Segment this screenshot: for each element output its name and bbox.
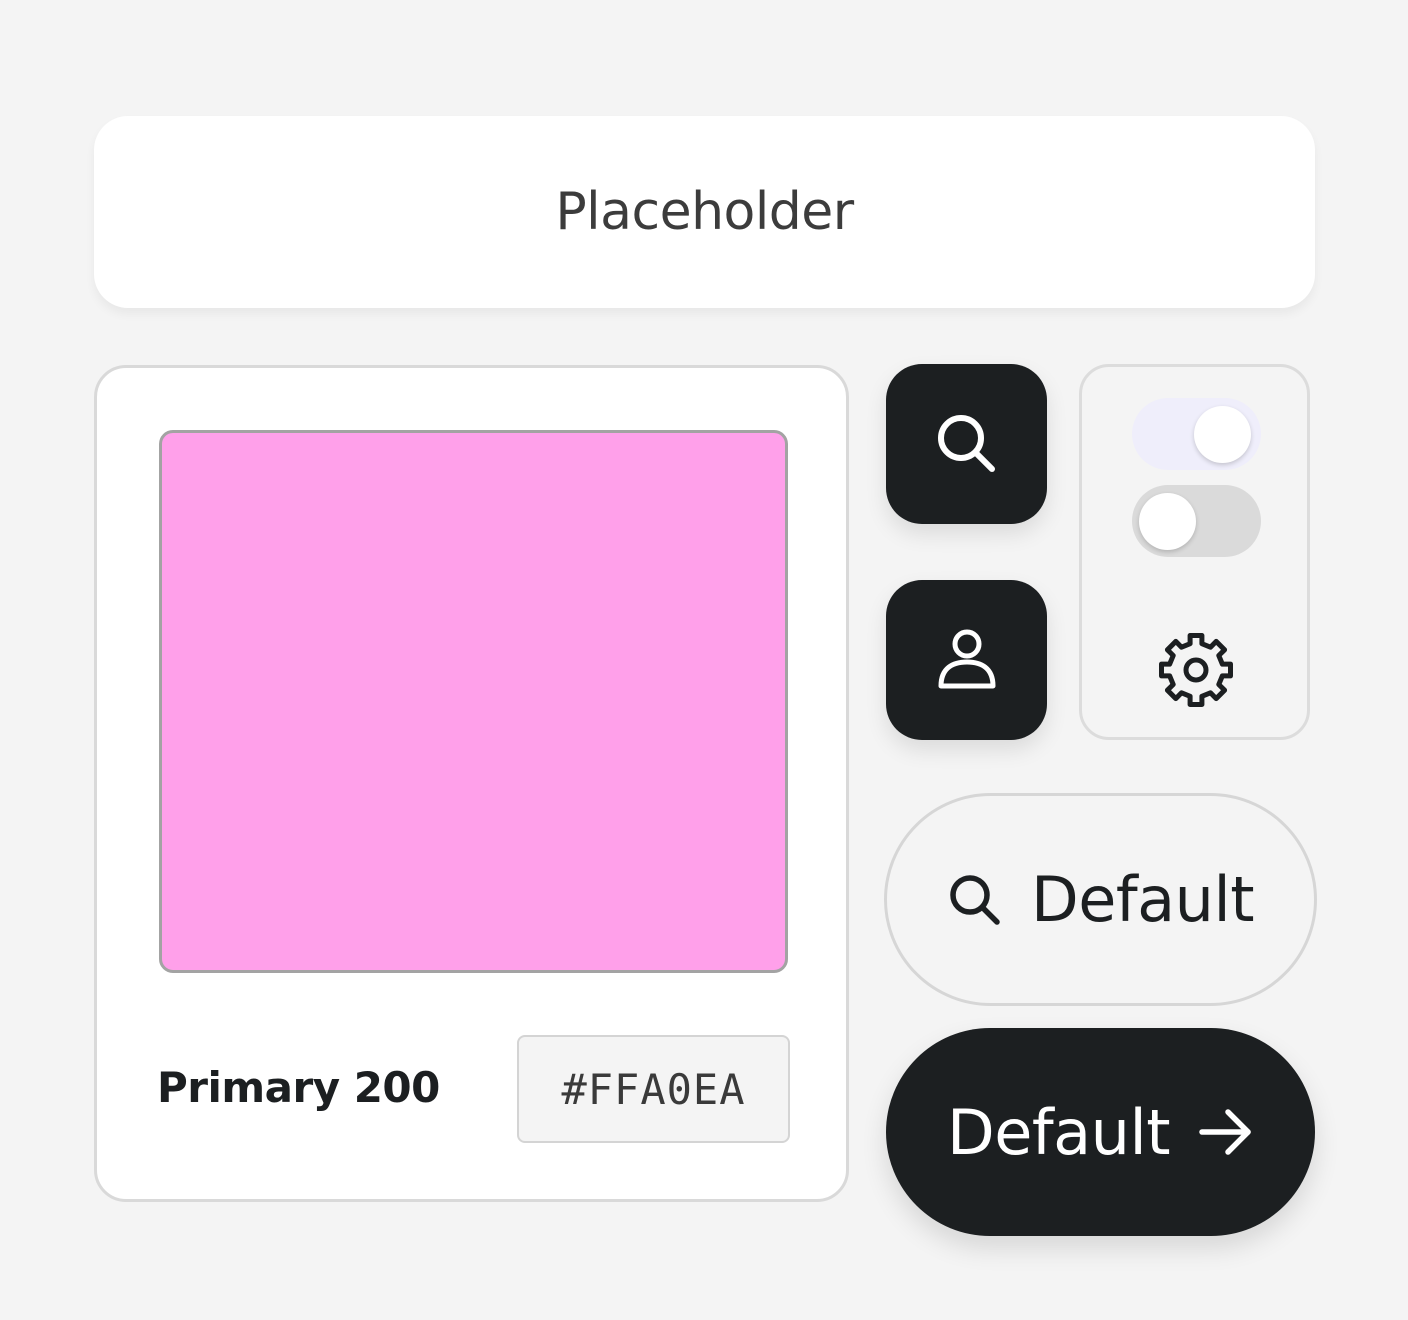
gear-icon[interactable] (1157, 631, 1235, 709)
toggle-knob (1194, 406, 1251, 463)
arrow-right-icon (1198, 1107, 1254, 1157)
toggle-switch-on[interactable] (1132, 398, 1261, 470)
default-pill-button[interactable]: Default (884, 793, 1317, 1006)
toggle-knob (1139, 493, 1196, 550)
search-input[interactable]: Placeholder (94, 116, 1315, 308)
user-button[interactable] (886, 580, 1047, 740)
color-swatch (159, 430, 788, 973)
toggle-switch-off[interactable] (1132, 485, 1261, 557)
color-card: Primary 200 #FFA0EA (94, 365, 849, 1202)
color-name: Primary 200 (157, 1063, 440, 1112)
hex-value: #FFA0EA (561, 1064, 746, 1114)
pill-button-label: Default (1030, 863, 1255, 936)
user-icon (935, 628, 999, 692)
default-primary-button[interactable]: Default (886, 1028, 1315, 1236)
hex-value-box[interactable]: #FFA0EA (517, 1035, 790, 1143)
search-icon (934, 411, 1000, 477)
search-button[interactable] (886, 364, 1047, 524)
cta-button-label: Default (946, 1095, 1171, 1169)
settings-panel (1079, 364, 1310, 740)
search-icon (947, 872, 1003, 928)
search-placeholder: Placeholder (555, 182, 854, 242)
